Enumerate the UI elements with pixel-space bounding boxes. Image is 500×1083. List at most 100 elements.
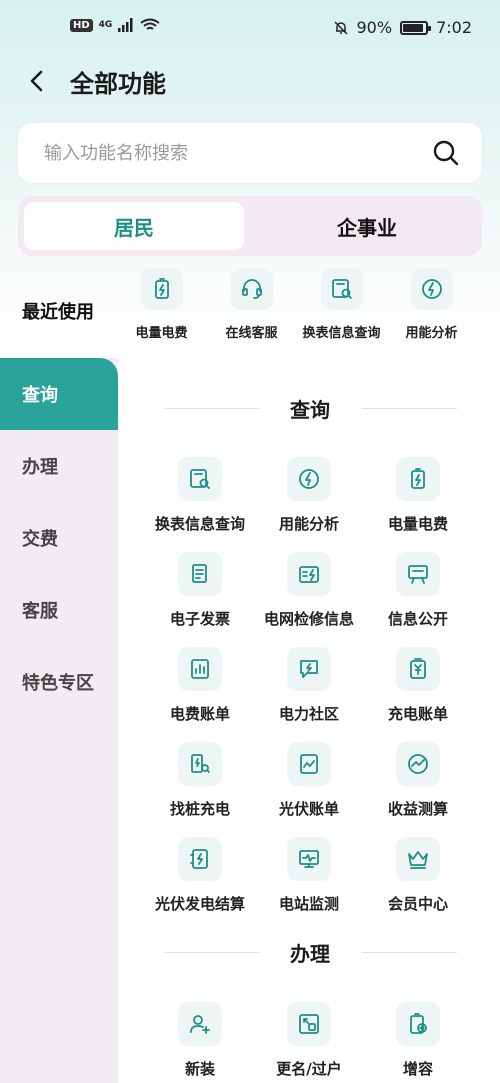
chevron-left-icon [30, 70, 43, 92]
grid-item-label: 电子发票 [169, 610, 230, 628]
grid-item[interactable]: 找桩充电 [145, 742, 255, 819]
recent-item-label: 用能分析 [405, 326, 458, 341]
headset-icon [230, 268, 273, 310]
grid-item-label: 找桩充电 [169, 800, 230, 818]
sidebar-item-service[interactable]: 客服 [0, 574, 118, 646]
grid-item[interactable]: 收益测算 [363, 742, 473, 819]
status-left: HD 4G [70, 18, 160, 32]
gauge-icon [396, 742, 440, 786]
clock: 7:02 [436, 18, 472, 37]
back-button[interactable] [22, 66, 52, 96]
grid-item-label: 电站监测 [278, 895, 339, 913]
monitor-icon [287, 837, 331, 881]
recent-item-label: 换表信息查询 [302, 326, 381, 341]
sidebar-item-query[interactable]: 查询 [0, 358, 118, 430]
pv-bill-icon [287, 742, 331, 786]
grid-item-label: 电量电费 [387, 515, 448, 533]
board-icon [396, 552, 440, 596]
grid-item[interactable]: 光伏账单 [254, 742, 364, 819]
battery-percent: 90% [356, 18, 393, 37]
grid-item[interactable]: 电网检修信息 [254, 552, 364, 629]
grid-item[interactable]: 会员中心 [363, 837, 473, 914]
tab-enterprise[interactable]: 企事业 [258, 202, 476, 250]
search-bar [18, 123, 482, 183]
divider [362, 952, 457, 953]
yen-bill-icon [396, 647, 440, 691]
recent-item-label: 在线客服 [225, 326, 278, 341]
grid-item[interactable]: 更名/过户 [254, 1002, 364, 1079]
grid-item-label: 新装 [184, 1060, 215, 1078]
grid-item[interactable]: 电费账单 [145, 647, 255, 724]
energy-icon [410, 268, 453, 310]
status-right: 90% 7:02 [333, 18, 472, 37]
grid-item[interactable]: 增容 [363, 1002, 473, 1079]
section-header-handle: 办理 [150, 938, 470, 968]
recent-item[interactable]: 换表信息查询 [294, 268, 389, 341]
grid-item-label: 电力社区 [278, 705, 339, 723]
grid-item-label: 电费账单 [169, 705, 230, 723]
recent-item[interactable]: 在线客服 [204, 268, 299, 341]
recent-item[interactable]: 用能分析 [384, 268, 479, 341]
page-title: 全部功能 [70, 70, 166, 98]
grid-item-label: 会员中心 [387, 895, 448, 913]
grid-item[interactable]: 新装 [145, 1002, 255, 1079]
sidebar-item-payment[interactable]: 交费 [0, 502, 118, 574]
hd-badge: HD [70, 18, 93, 32]
pv-settle-icon [178, 837, 222, 881]
grid-item-label: 信息公开 [387, 610, 448, 628]
grid-item-label: 光伏账单 [278, 800, 339, 818]
meter-search-icon [320, 268, 363, 310]
tab-residential[interactable]: 居民 [24, 202, 244, 250]
header: 全部功能 [0, 58, 500, 108]
transfer-icon [287, 1002, 331, 1046]
crown-icon [396, 837, 440, 881]
wifi-icon [140, 18, 160, 30]
grid-item-label: 换表信息查询 [154, 515, 245, 533]
mute-bell-icon [333, 20, 348, 35]
grid-item[interactable]: 信息公开 [363, 552, 473, 629]
status-bar: HD 4G 90% 7:02 [0, 0, 500, 58]
chat-bolt-icon [287, 647, 331, 691]
grid-item[interactable]: 充电账单 [363, 647, 473, 724]
signal-icon [118, 18, 133, 32]
user-add-icon [178, 1002, 222, 1046]
grid-item[interactable]: 电力社区 [254, 647, 364, 724]
search-icon [433, 140, 459, 166]
grid-item[interactable]: 电量电费 [363, 457, 473, 534]
divider [362, 408, 457, 409]
search-button[interactable] [432, 139, 460, 167]
grid-item[interactable]: 电子发票 [145, 552, 255, 629]
battery-icon [396, 457, 440, 501]
grid-repair-icon [287, 552, 331, 596]
grid-item-label: 充电账单 [387, 705, 448, 723]
grid-item-label: 增容 [402, 1060, 433, 1078]
network-type: 4G [98, 19, 113, 30]
recent-grid: 电量电费 在线客服 换表信息查询 用能分析 [118, 268, 500, 348]
search-input[interactable] [44, 123, 424, 183]
battery-icon [400, 20, 432, 35]
meter-search-icon [178, 457, 222, 501]
grid-item-label: 更名/过户 [276, 1060, 342, 1078]
user-type-switch: 居民 企事业 [18, 196, 482, 256]
sidebar-item-featured[interactable]: 特色专区 [0, 646, 118, 718]
grid-item[interactable]: 用能分析 [254, 457, 364, 534]
bill-chart-icon [178, 647, 222, 691]
grid-item[interactable]: 光伏发电结算 [145, 837, 255, 914]
grid-item-label: 用能分析 [278, 515, 339, 533]
recent-label: 最近使用 [22, 302, 94, 323]
recent-item-label: 电量电费 [135, 326, 188, 341]
invoice-icon [178, 552, 222, 596]
sidebar-item-handle[interactable]: 办理 [0, 430, 118, 502]
grid-item[interactable]: 换表信息查询 [145, 457, 255, 534]
grid-item-label: 电网检修信息 [263, 610, 354, 628]
charger-search-icon [178, 742, 222, 786]
grid-item-label: 收益测算 [387, 800, 448, 818]
recent-item[interactable]: 电量电费 [114, 268, 209, 341]
energy-icon [287, 457, 331, 501]
section-header-query: 查询 [150, 394, 470, 424]
grid-item-label: 光伏发电结算 [154, 895, 245, 913]
battery-icon [140, 268, 183, 310]
grid-item[interactable]: 电站监测 [254, 837, 364, 914]
capacity-icon [396, 1002, 440, 1046]
sidebar: 最近使用 查询 办理 交费 客服 特色专区 [0, 270, 118, 1083]
